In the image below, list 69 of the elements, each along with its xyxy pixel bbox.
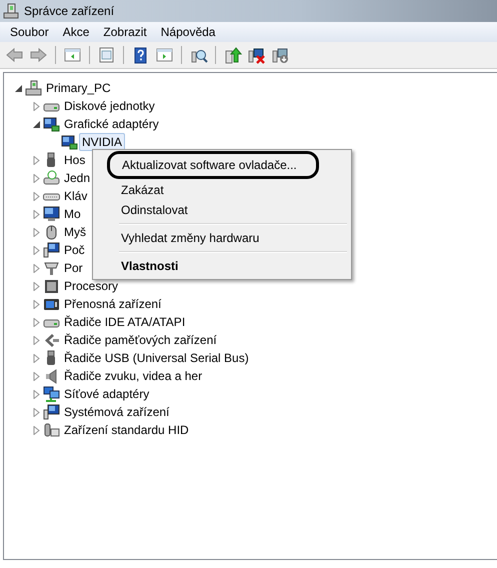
- menu-item[interactable]: Odinstalovat: [95, 200, 349, 220]
- tree-item[interactable]: Řadiče zvuku, videa a her: [61, 367, 206, 385]
- tree-item[interactable]: Procesory: [61, 277, 122, 295]
- tree-item[interactable]: Myš: [61, 223, 89, 241]
- tree-item[interactable]: Hos: [61, 151, 88, 169]
- tree-item[interactable]: Kláv: [61, 187, 90, 205]
- expand-arrow-icon[interactable]: [32, 210, 40, 218]
- tree-item[interactable]: Grafické adaptéry: [61, 115, 162, 133]
- hid-device-icon: [43, 422, 60, 438]
- expand-arrow-icon[interactable]: [32, 408, 40, 416]
- tree-item[interactable]: Primary_PC: [43, 79, 114, 97]
- properties-icon[interactable]: [97, 46, 116, 64]
- computer-icon: [43, 242, 60, 258]
- menu-item[interactable]: Nápověda: [154, 25, 222, 39]
- tree-item[interactable]: Zařízení standardu HID: [61, 421, 192, 439]
- tree-item[interactable]: Diskové jednotky: [61, 97, 158, 115]
- tree-item[interactable]: Řadiče IDE ATA/ATAPI: [61, 313, 188, 331]
- expand-arrow-icon[interactable]: [32, 390, 40, 398]
- expand-arrow-icon[interactable]: [32, 372, 40, 380]
- display-adapter-icon: [61, 134, 78, 150]
- expand-arrow-icon[interactable]: [32, 282, 40, 290]
- menu-item[interactable]: Akce: [56, 25, 96, 39]
- expand-arrow-icon[interactable]: [32, 264, 40, 272]
- tree-item[interactable]: Řadiče USB (Universal Serial Bus): [61, 349, 252, 367]
- menu-item[interactable]: Vlastnosti: [95, 256, 349, 276]
- chip-icon: [43, 278, 60, 294]
- computer-icon: [25, 80, 42, 96]
- monitor-icon: [43, 206, 60, 222]
- tree-item[interactable]: Řadiče paměťových zařízení: [61, 331, 220, 349]
- computer-icon: [43, 404, 60, 420]
- display-adapter-icon: [43, 116, 60, 132]
- console-tree-icon[interactable]: [63, 46, 82, 64]
- menu-item[interactable]: Soubor: [4, 25, 55, 39]
- port-icon: [43, 260, 60, 276]
- tree-item[interactable]: Síťové adaptéry: [61, 385, 152, 403]
- expand-arrow-icon[interactable]: [32, 318, 40, 326]
- expand-arrow-icon[interactable]: [32, 246, 40, 254]
- computer-icon: [3, 3, 19, 19]
- expand-arrow-icon[interactable]: [32, 336, 40, 344]
- menu-item[interactable]: Zakázat: [95, 180, 349, 200]
- tree-item[interactable]: Přenosná zařízení: [61, 295, 164, 313]
- tree-item[interactable]: Jedn: [61, 169, 94, 187]
- tree-item[interactable]: Por: [61, 259, 86, 277]
- expand-arrow-icon[interactable]: [32, 426, 40, 434]
- expand-arrow-icon[interactable]: [32, 192, 40, 200]
- add-hardware-icon[interactable]: [271, 46, 290, 64]
- menu-item[interactable]: Zobrazit: [97, 25, 153, 39]
- expand-arrow-icon[interactable]: [32, 174, 40, 182]
- expand-arrow-icon[interactable]: [32, 354, 40, 362]
- action-pane-icon[interactable]: [155, 46, 174, 64]
- window-title: Správce zařízení: [24, 4, 114, 18]
- collapse-arrow-icon[interactable]: [32, 120, 40, 128]
- expand-arrow-icon[interactable]: [32, 102, 40, 110]
- update-driver-icon[interactable]: [223, 46, 242, 64]
- expand-arrow-icon[interactable]: [32, 156, 40, 164]
- drive-icon: [43, 170, 60, 186]
- uninstall-icon[interactable]: [247, 46, 266, 64]
- menu-item[interactable]: Aktualizovat software ovladače...: [107, 151, 319, 179]
- network-icon: [43, 386, 60, 402]
- expand-arrow-icon[interactable]: [32, 300, 40, 308]
- back-arrow-icon[interactable]: [5, 46, 24, 64]
- collapse-arrow-icon[interactable]: [14, 84, 22, 92]
- tree-item[interactable]: Poč: [61, 241, 88, 259]
- forward-arrow-icon[interactable]: [29, 46, 48, 64]
- expand-arrow-icon[interactable]: [32, 228, 40, 236]
- menu-item[interactable]: Vyhledat změny hardwaru: [95, 228, 349, 248]
- tree-item[interactable]: NVIDIA: [79, 133, 126, 151]
- tree-item[interactable]: Mo: [61, 205, 84, 223]
- tree-item[interactable]: Systémová zařízení: [61, 403, 172, 421]
